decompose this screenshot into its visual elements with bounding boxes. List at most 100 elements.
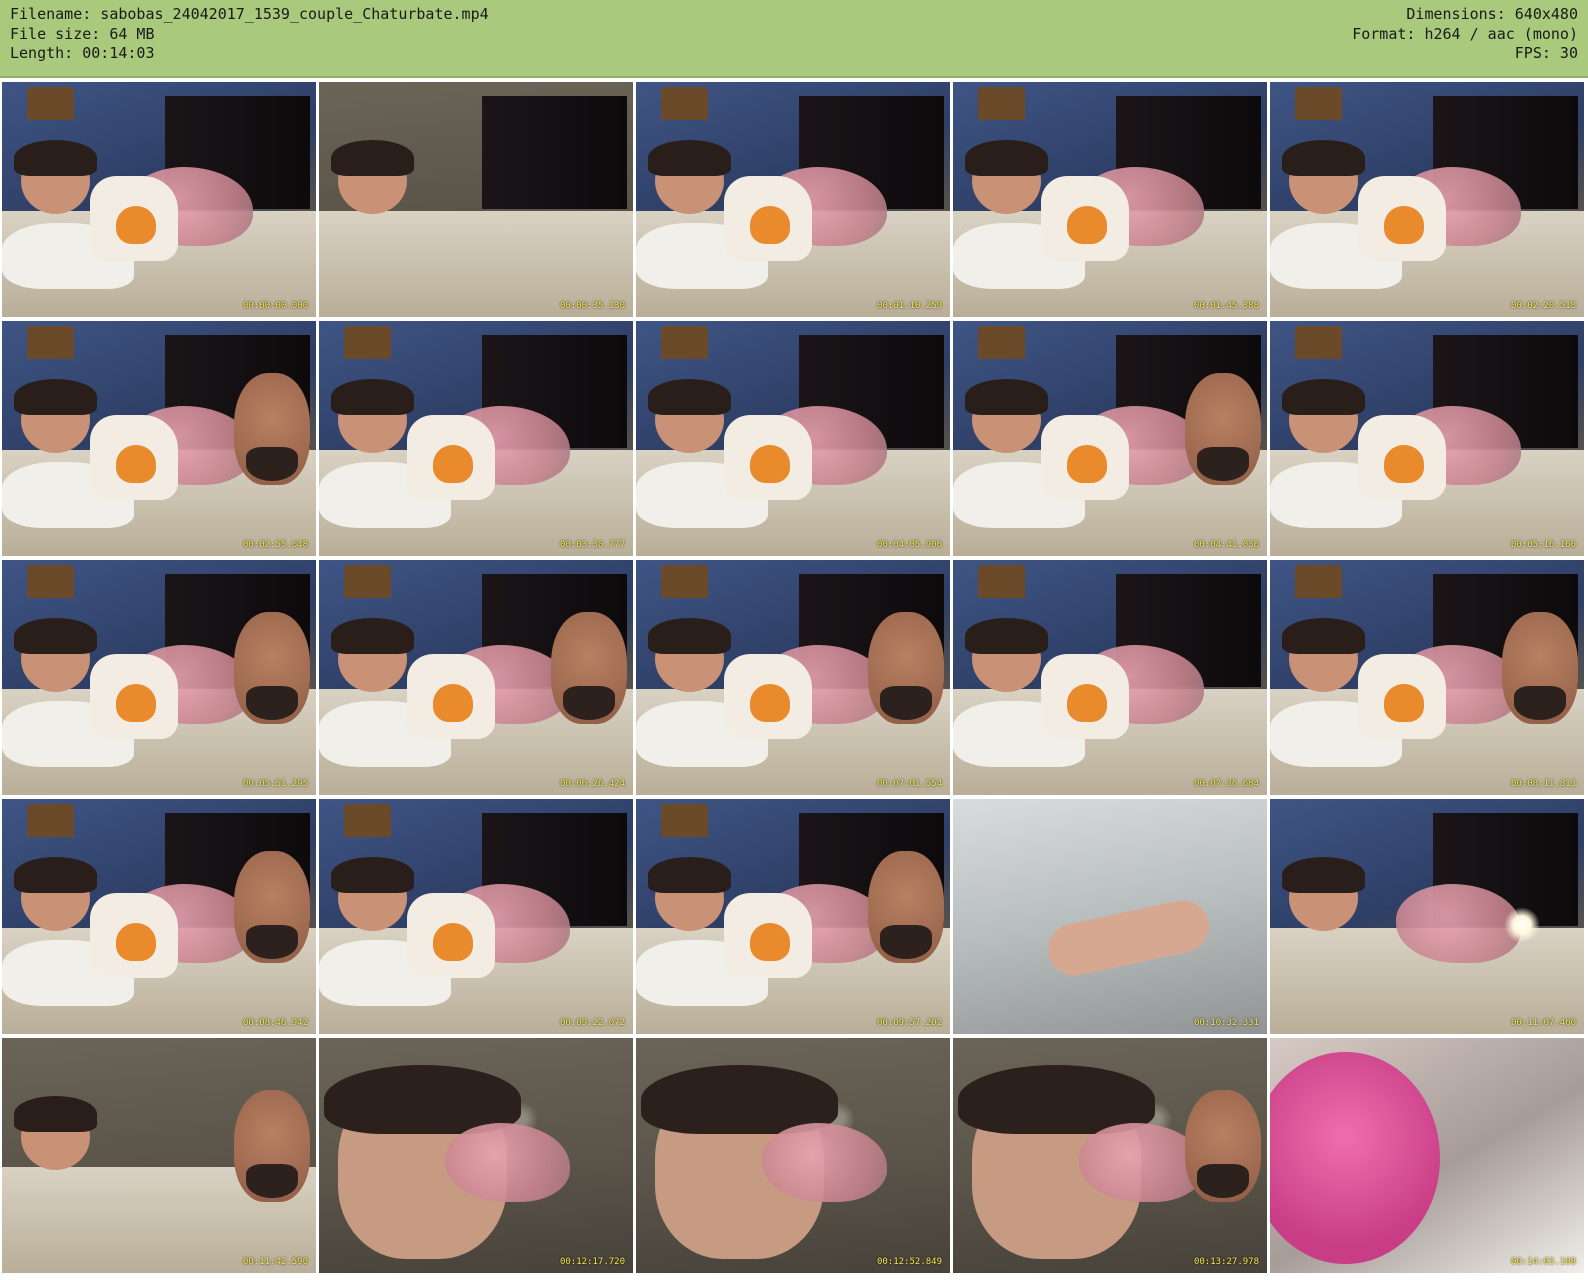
frame-image-lamp bbox=[978, 564, 1026, 598]
video-thumbnail: 00:08:11.813 bbox=[1270, 560, 1584, 795]
frame-image-face bbox=[647, 856, 731, 931]
frame-image-lamp bbox=[661, 803, 709, 837]
thumbnail-timestamp: 00:08:11.813 bbox=[1510, 779, 1576, 789]
thumbnail-timestamp: 00:07:01.554 bbox=[876, 779, 942, 789]
thumbnail-timestamp: 00:01:45.388 bbox=[1193, 301, 1259, 311]
thumbnail-timestamp: 00:12:17.720 bbox=[559, 1257, 625, 1267]
frame-image-shirt bbox=[406, 415, 495, 500]
filesize-text: File size: 64 MB bbox=[10, 24, 155, 43]
thumbnail-timestamp: 00:06:26.424 bbox=[559, 779, 625, 789]
video-thumbnail: 00:11:42.590 bbox=[2, 1038, 316, 1273]
frame-image-face bbox=[964, 617, 1048, 692]
video-thumbnail: 00:11:07.460 bbox=[1270, 799, 1584, 1034]
video-thumbnail: 00:09:57.202 bbox=[636, 799, 950, 1034]
frame-image-lamp bbox=[344, 564, 392, 598]
frame-image-shirt bbox=[1357, 654, 1446, 739]
video-thumbnail: 00:09:22.072 bbox=[319, 799, 633, 1034]
frame-image-man bbox=[234, 1089, 310, 1203]
filename-text: Filename: sabobas_24042017_1539_couple_C… bbox=[10, 5, 489, 23]
video-thumbnail: 00:07:01.554 bbox=[636, 560, 950, 795]
frame-image-face bbox=[13, 617, 97, 692]
video-thumbnail: 00:00:00.000 bbox=[2, 82, 316, 317]
thumbnail-grid: 00:00:00.000 00:00:35.130 00:01:10.259 00:0… bbox=[2, 82, 1586, 1278]
video-thumbnail: 00:00:35.130 bbox=[319, 82, 633, 317]
video-thumbnail: 00:05:51.295 bbox=[2, 560, 316, 795]
thumbnail-timestamp: 00:11:07.460 bbox=[1510, 1018, 1576, 1028]
video-thumbnail: 00:13:27.978 bbox=[953, 1038, 1267, 1273]
frame-image-shirt bbox=[89, 654, 178, 739]
file-info-header: Filename: sabobas_24042017_1539_couple_C… bbox=[0, 0, 1588, 78]
frame-image-shirt bbox=[723, 654, 812, 739]
file-info-right: Dimensions: 640x480 Format: h264 / aac (… bbox=[1352, 5, 1578, 64]
frame-image-lamp bbox=[661, 86, 709, 120]
thumbnail-timestamp: 00:05:51.295 bbox=[242, 779, 308, 789]
frame-image-face bbox=[330, 617, 414, 692]
frame-image-face bbox=[1281, 378, 1365, 453]
dimensions-text: Dimensions: 640x480 bbox=[1406, 5, 1578, 23]
video-thumbnail: 00:08:46.942 bbox=[2, 799, 316, 1034]
frame-image-lamp bbox=[1295, 564, 1343, 598]
thumbnail-timestamp: 00:05:16.166 bbox=[1510, 540, 1576, 550]
frame-image-face bbox=[13, 856, 97, 931]
frame-image-face bbox=[13, 378, 97, 453]
video-thumbnail: 00:05:16.166 bbox=[1270, 321, 1584, 556]
frame-image-face bbox=[964, 139, 1048, 214]
frame-image-shirt bbox=[1357, 415, 1446, 500]
frame-image-man bbox=[868, 611, 944, 725]
frame-image-flash bbox=[1504, 907, 1541, 944]
video-thumbnail: 00:07:36.684 bbox=[953, 560, 1267, 795]
frame-image-curtain bbox=[482, 96, 627, 209]
thumbnail-timestamp: 00:09:57.202 bbox=[876, 1018, 942, 1028]
frame-image-face bbox=[647, 617, 731, 692]
thumbnail-timestamp: 00:02:20.518 bbox=[1510, 301, 1576, 311]
video-thumbnail: 00:04:41.036 bbox=[953, 321, 1267, 556]
thumbnail-timestamp: 00:04:41.036 bbox=[1193, 540, 1259, 550]
frame-image-face bbox=[330, 856, 414, 931]
frame-image-shirt bbox=[89, 415, 178, 500]
frame-image-face bbox=[1281, 856, 1365, 931]
frame-image-lamp bbox=[27, 86, 75, 120]
frame-image-lamp bbox=[27, 803, 75, 837]
frame-image-lamp bbox=[1295, 325, 1343, 359]
frame-image-man bbox=[234, 850, 310, 964]
frame-image-face bbox=[13, 1095, 97, 1170]
frame-image-lamp bbox=[978, 325, 1026, 359]
frame-image-face bbox=[1281, 617, 1365, 692]
thumbnail-timestamp: 00:12:52.849 bbox=[876, 1257, 942, 1267]
thumbnail-timestamp: 00:00:00.000 bbox=[242, 301, 308, 311]
frame-image-face bbox=[964, 378, 1048, 453]
video-thumbnail: 00:12:52.849 bbox=[636, 1038, 950, 1273]
frame-image-shirt bbox=[1357, 176, 1446, 261]
frame-image-shirt bbox=[723, 893, 812, 978]
frame-image-lamp bbox=[27, 564, 75, 598]
video-thumbnail: 00:02:20.518 bbox=[1270, 82, 1584, 317]
frame-image-face bbox=[13, 139, 97, 214]
frame-image-shirt bbox=[89, 176, 178, 261]
frame-image-shirt bbox=[89, 893, 178, 978]
thumbnail-timestamp: 00:01:10.259 bbox=[876, 301, 942, 311]
thumbnail-timestamp: 00:02:55.648 bbox=[242, 540, 308, 550]
thumbnail-timestamp: 00:08:46.942 bbox=[242, 1018, 308, 1028]
frame-image-face bbox=[330, 378, 414, 453]
frame-image-man bbox=[1185, 372, 1261, 486]
video-thumbnail: 00:03:30.777 bbox=[319, 321, 633, 556]
thumbnail-timestamp: 00:03:30.777 bbox=[559, 540, 625, 550]
fps-text: FPS: 30 bbox=[1514, 44, 1578, 62]
frame-image-lamp bbox=[27, 325, 75, 359]
thumbnail-timestamp: 00:04:05.906 bbox=[876, 540, 942, 550]
format-text: Format: h264 / aac (mono) bbox=[1352, 24, 1578, 43]
video-thumbnail: 00:14:03.108 bbox=[1270, 1038, 1584, 1273]
frame-image-shirt bbox=[1040, 415, 1129, 500]
frame-image-lamp bbox=[661, 564, 709, 598]
video-thumbnail: 00:01:45.388 bbox=[953, 82, 1267, 317]
video-thumbnail: 00:06:26.424 bbox=[319, 560, 633, 795]
length-text: Length: 00:14:03 bbox=[10, 44, 155, 62]
video-thumbnail: 00:02:55.648 bbox=[2, 321, 316, 556]
frame-image-lamp bbox=[978, 86, 1026, 120]
frame-image-lamp bbox=[661, 325, 709, 359]
frame-image-man bbox=[1502, 611, 1578, 725]
frame-image-shirt bbox=[1040, 176, 1129, 261]
thumbnail-timestamp: 00:11:42.590 bbox=[242, 1257, 308, 1267]
video-thumbnail: 00:04:05.906 bbox=[636, 321, 950, 556]
thumbnail-timestamp: 00:09:22.072 bbox=[559, 1018, 625, 1028]
